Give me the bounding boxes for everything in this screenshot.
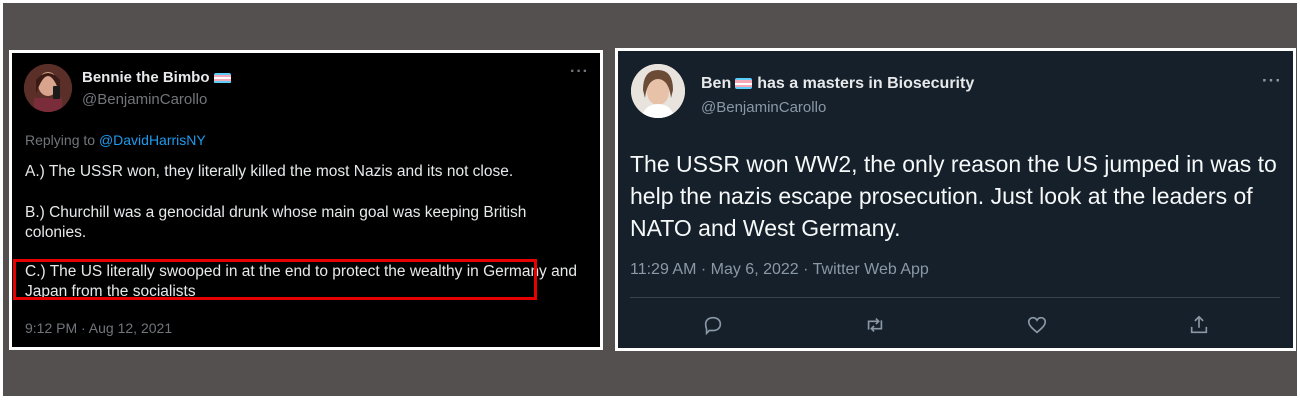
avatar[interactable] [24, 64, 72, 112]
more-options-icon[interactable]: ··· [570, 63, 589, 81]
replying-prefix: Replying to [25, 132, 96, 148]
red-highlight-box [13, 259, 537, 300]
user-handle[interactable]: @BenjaminCarollo [82, 91, 207, 108]
display-name-part2[interactable]: has a masters in Biosecurity [757, 75, 974, 92]
share-icon[interactable] [1188, 314, 1214, 340]
tweet-paragraph-b: B.) Churchill was a genocidal drunk whos… [25, 204, 527, 241]
display-name[interactable]: Bennie the Bimbo [82, 69, 231, 86]
like-icon[interactable] [1026, 314, 1052, 340]
right-tweet-card: Ben has a masters in Biosecurity @Benjami… [615, 48, 1296, 351]
divider [630, 297, 1280, 298]
retweet-icon[interactable] [864, 314, 890, 340]
trans-flag-icon [735, 78, 753, 90]
tweet-text: The USSR won WW2, the only reason the US… [630, 151, 1277, 241]
left-tweet-body: Bennie the Bimbo @BenjaminCarollo ··· Re… [12, 53, 600, 347]
avatar[interactable] [631, 64, 685, 118]
replying-to: Replying to @DavidHarrisNY [25, 132, 206, 148]
trans-flag-icon [213, 72, 231, 84]
reply-icon[interactable] [702, 314, 728, 340]
replying-mention-link[interactable]: @DavidHarrisNY [99, 132, 206, 148]
user-handle[interactable]: @BenjaminCarollo [701, 99, 826, 116]
tweet-paragraph-a: A.) The USSR won, they literally killed … [25, 163, 514, 180]
screenshot-frame: Bennie the Bimbo @BenjaminCarollo ··· Re… [0, 0, 1300, 400]
tweet-meta[interactable]: 11:29 AM · May 6, 2022 · Twitter Web App [630, 261, 929, 279]
display-name-text[interactable]: Bennie the Bimbo [82, 69, 210, 86]
more-options-icon[interactable]: ··· [1262, 71, 1282, 91]
left-tweet-card: Bennie the Bimbo @BenjaminCarollo ··· Re… [9, 50, 603, 350]
display-name-part1[interactable]: Ben [701, 75, 731, 92]
right-tweet-body: Ben has a masters in Biosecurity @Benjami… [618, 51, 1293, 348]
display-name[interactable]: Ben has a masters in Biosecurity [701, 75, 974, 93]
timestamp[interactable]: 9:12 PM · Aug 12, 2021 [25, 320, 172, 336]
